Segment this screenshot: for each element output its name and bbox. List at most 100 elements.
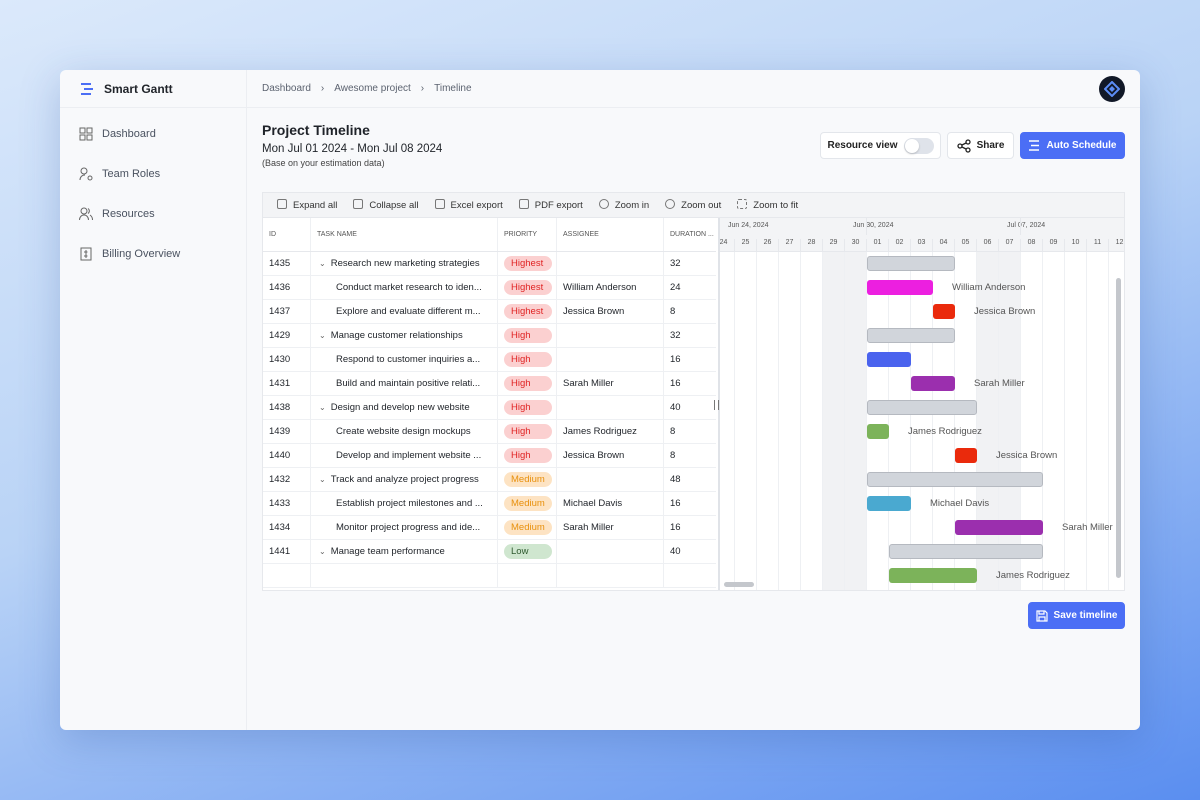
grid-icon	[79, 127, 93, 141]
chevron-down-icon[interactable]: ⌄	[319, 259, 326, 268]
zoom-out-button[interactable]: Zoom out	[665, 199, 721, 211]
excel-export-button[interactable]: Excel export	[434, 199, 503, 211]
day-label: 10	[1065, 239, 1087, 252]
table-row[interactable]: 1429 ⌄ Manage customer relationships High…	[263, 324, 716, 348]
summary-bar[interactable]	[889, 544, 1043, 559]
vertical-scrollbar[interactable]	[1116, 278, 1121, 578]
schedule-lines-icon	[1029, 140, 1040, 151]
sidebar-item-resources[interactable]: Resources	[60, 194, 246, 234]
col-assignee[interactable]: ASSIGNEE	[557, 218, 664, 251]
chevron-down-icon[interactable]: ⌄	[319, 475, 326, 484]
expand-all-button[interactable]: Expand all	[277, 199, 337, 211]
table-row[interactable]: 1440 Develop and implement website ... H…	[263, 444, 716, 468]
day-column	[779, 252, 801, 590]
collapse-all-button[interactable]: Collapse all	[353, 199, 419, 211]
cell-id: 1432	[263, 468, 311, 491]
table-row[interactable]: 1433 Establish project milestones and ..…	[263, 492, 716, 516]
day-column	[757, 252, 779, 590]
task-bar[interactable]	[911, 376, 955, 391]
table-row[interactable]: 1435 ⌄ Research new marketing strategies …	[263, 252, 716, 276]
cell-priority: Highest	[498, 276, 557, 299]
table-row[interactable]: 1430 Respond to customer inquiries a... …	[263, 348, 716, 372]
gantt-toolbar: Expand all Collapse all Excel export PDF…	[263, 193, 1124, 218]
task-bar[interactable]	[933, 304, 955, 319]
summary-bar[interactable]	[867, 256, 955, 271]
page-title: Project Timeline	[262, 122, 370, 138]
zoom-out-icon	[665, 199, 676, 209]
cell-task-name: Create website design mockups	[311, 420, 498, 443]
task-bar[interactable]	[955, 520, 1043, 535]
cell-assignee	[557, 252, 664, 275]
bar-assignee-label: James Rodriguez	[996, 570, 1070, 581]
resource-view-toggle[interactable]: Resource view	[820, 132, 941, 159]
cell-task-name: ⌄ Research new marketing strategies	[311, 252, 498, 275]
sidebar-item-team-roles[interactable]: Team Roles	[60, 154, 246, 194]
task-bar[interactable]	[867, 496, 911, 511]
task-bar[interactable]	[867, 280, 933, 295]
task-bar[interactable]	[889, 568, 977, 583]
sidebar-item-dashboard[interactable]: Dashboard	[60, 114, 246, 154]
share-button[interactable]: Share	[947, 132, 1014, 159]
table-row[interactable]	[263, 564, 716, 588]
day-label: 06	[977, 239, 999, 252]
pdf-export-button[interactable]: PDF export	[518, 199, 583, 211]
save-timeline-button[interactable]: Save timeline	[1028, 602, 1125, 629]
task-name: Build and maintain positive relati...	[336, 378, 481, 389]
bar-assignee-label: Sarah Miller	[1062, 522, 1113, 533]
chevron-right-icon: ›	[420, 83, 425, 94]
avatar[interactable]	[1099, 76, 1125, 102]
cell-task-name: Develop and implement website ...	[311, 444, 498, 467]
cell-priority: High	[498, 444, 557, 467]
summary-bar[interactable]	[867, 472, 1043, 487]
summary-bar[interactable]	[867, 328, 955, 343]
task-bar[interactable]	[955, 448, 977, 463]
cell-task-name: ⌄ Track and analyze project progress	[311, 468, 498, 491]
zoom-in-button[interactable]: Zoom in	[598, 199, 649, 211]
cell-assignee	[557, 348, 664, 371]
zoom-to-fit-button[interactable]: Zoom to fit	[737, 199, 798, 211]
cell-priority: High	[498, 324, 557, 347]
horizontal-scrollbar[interactable]	[724, 582, 754, 587]
table-row[interactable]: 1431 Build and maintain positive relati.…	[263, 372, 716, 396]
table-row[interactable]: 1432 ⌄ Track and analyze project progress…	[263, 468, 716, 492]
sidebar-item-label: Team Roles	[102, 168, 161, 180]
day-label: 11	[1087, 239, 1109, 252]
toggle-switch[interactable]	[903, 137, 934, 154]
table-row[interactable]: 1441 ⌄ Manage team performance Low 40	[263, 540, 716, 564]
sidebar-item-label: Dashboard	[102, 128, 156, 140]
timeline-day-header: 24 25 26 27 28 29 30 01 02 03 04 05 06 07 08 09 10 11 12	[720, 235, 1124, 252]
chevron-down-icon[interactable]: ⌄	[319, 403, 326, 412]
table-row[interactable]: 1437 Explore and evaluate different m...…	[263, 300, 716, 324]
table-row[interactable]: 1438 ⌄ Design and develop new website Hig…	[263, 396, 716, 420]
col-task-name[interactable]: TASK NAME	[311, 218, 498, 251]
cell-assignee	[557, 324, 664, 347]
cell-duration: 40	[670, 546, 681, 557]
sidebar-item-billing-overview[interactable]: Billing Overview	[60, 234, 246, 274]
summary-bar[interactable]	[867, 400, 977, 415]
cell-id	[263, 564, 311, 587]
col-id[interactable]: ID	[263, 218, 311, 251]
table-row[interactable]: 1439 Create website design mockups High …	[263, 420, 716, 444]
breadcrumb-project[interactable]: Awesome project	[334, 83, 411, 94]
priority-badge: Medium	[504, 496, 552, 511]
priority-badge: Highest	[504, 304, 552, 319]
collapse-icon	[353, 199, 364, 209]
cell-assignee: Sarah Miller	[557, 372, 664, 395]
day-column	[933, 252, 955, 590]
excel-icon	[434, 199, 445, 209]
col-duration[interactable]: DURATION ...	[664, 218, 716, 251]
task-bar[interactable]	[867, 352, 911, 367]
col-priority[interactable]: PRIORITY	[498, 218, 557, 251]
table-row[interactable]: 1434 Monitor project progress and ide...…	[263, 516, 716, 540]
table-row[interactable]: 1436 Conduct market research to iden... …	[263, 276, 716, 300]
chevron-down-icon[interactable]: ⌄	[319, 547, 326, 556]
auto-schedule-button[interactable]: Auto Schedule	[1020, 132, 1125, 159]
breadcrumb-dashboard[interactable]: Dashboard	[262, 83, 311, 94]
cell-id: 1434	[263, 516, 311, 539]
priority-badge: High	[504, 328, 552, 343]
resource-view-label: Resource view	[827, 140, 898, 151]
chevron-down-icon[interactable]: ⌄	[319, 331, 326, 340]
task-name: Establish project milestones and ...	[336, 498, 483, 509]
task-bar[interactable]	[867, 424, 889, 439]
splitter-handle[interactable]	[714, 400, 719, 410]
